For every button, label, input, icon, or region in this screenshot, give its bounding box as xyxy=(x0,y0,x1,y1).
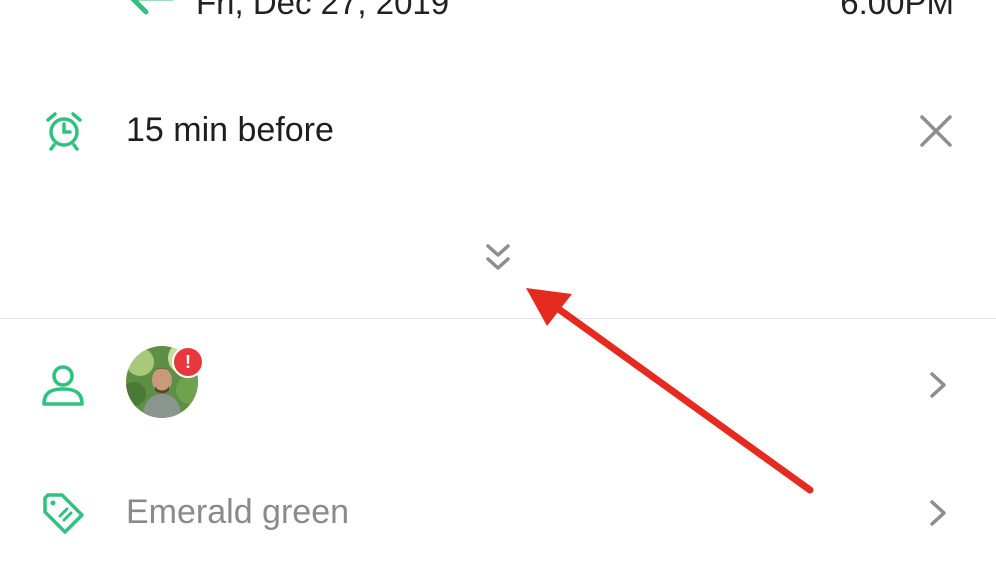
attendee-row[interactable]: ! xyxy=(0,340,996,430)
chevron-right-icon[interactable] xyxy=(926,498,950,528)
alert-badge: ! xyxy=(172,346,204,378)
alarm-clock-icon xyxy=(46,112,82,151)
reminder-label: 15 min before xyxy=(126,111,334,149)
color-label: Emerald green xyxy=(126,493,350,531)
tag-icon xyxy=(43,493,84,534)
person-icon xyxy=(42,365,84,406)
date-time-row[interactable]: Fri, Dec 27, 2019 6:00PM xyxy=(0,0,996,40)
chevron-right-icon[interactable] xyxy=(926,370,950,400)
date-text[interactable]: Fri, Dec 27, 2019 xyxy=(196,0,449,19)
back-arrow-icon xyxy=(130,0,174,15)
reminder-row[interactable]: 15 min before xyxy=(0,95,996,167)
close-icon[interactable] xyxy=(916,111,956,151)
section-divider xyxy=(0,318,996,319)
double-chevron-down-icon[interactable] xyxy=(482,240,514,276)
time-text[interactable]: 6:00PM xyxy=(840,0,954,19)
color-row[interactable]: Emerald green xyxy=(0,470,996,560)
